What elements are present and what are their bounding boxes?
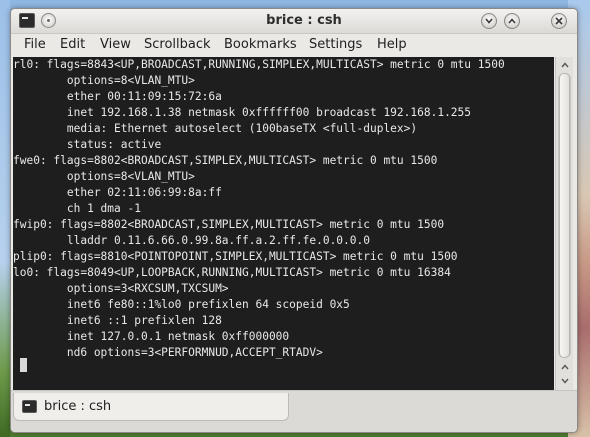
- terminal-output[interactable]: rl0: flags=8843<UP,BROADCAST,RUNNING,SIM…: [13, 57, 554, 390]
- menu-view[interactable]: View: [100, 37, 131, 52]
- menu-help[interactable]: Help: [377, 37, 407, 52]
- terminal-line: inet 127.0.0.1 netmask 0xff000000: [13, 330, 290, 343]
- terminal-line: fwe0: flags=8802<BROADCAST,SIMPLEX,MULTI…: [13, 154, 438, 167]
- terminal-app-icon[interactable]: [19, 13, 35, 28]
- terminal-line: plip0: flags=8810<POINTOPOINT,SIMPLEX,MU…: [13, 250, 458, 263]
- close-button[interactable]: [551, 13, 567, 29]
- terminal-line: options=8<VLAN_MTU>: [13, 74, 195, 87]
- terminal-line: lladdr 0.11.6.66.0.99.8a.ff.a.2.ff.fe.0.…: [13, 234, 370, 247]
- session-tab-bar: brice : csh: [11, 390, 577, 432]
- terminal-line: lo0: flags=8049<UP,LOOPBACK,RUNNING,MULT…: [13, 266, 451, 279]
- arrow-up-icon: [561, 62, 569, 68]
- terminal-line: status: active: [13, 138, 162, 151]
- terminal-line: options=3<RXCSUM,TXCSUM>: [13, 282, 229, 295]
- terminal-line: inet6 ::1 prefixlen 128: [13, 314, 222, 327]
- desktop-background-left: [0, 0, 10, 437]
- text-cursor: [20, 358, 27, 372]
- terminal-line: media: Ethernet autoselect (100baseTX <f…: [13, 122, 418, 135]
- menu-bookmarks[interactable]: Bookmarks: [224, 37, 297, 52]
- menu-edit[interactable]: Edit: [60, 37, 85, 52]
- menu-settings[interactable]: Settings: [309, 37, 362, 52]
- terminal-line: inet6 fe80::1%lo0 prefixlen 64 scopeid 0…: [13, 298, 350, 311]
- close-icon: [555, 17, 563, 25]
- terminal-line: ch 1 dma -1: [13, 202, 141, 215]
- terminal-line: inet 192.168.1.38 netmask 0xffffff00 bro…: [13, 106, 472, 119]
- konsole-window: brice : csh File Edit View Scrollback Bo…: [10, 8, 578, 433]
- terminal-line: options=8<VLAN_MTU>: [13, 170, 195, 183]
- scroll-up-button[interactable]: [557, 58, 573, 72]
- menu-file[interactable]: File: [24, 37, 46, 52]
- pin-on-all-desktops-button[interactable]: [41, 13, 56, 28]
- arrow-down-icon: [561, 378, 569, 384]
- terminal-line: ether 00:11:09:15:72:6a: [13, 90, 222, 103]
- terminal-line: nd6 options=3<PERFORMNUD,ACCEPT_RTADV>: [13, 346, 323, 359]
- session-tab-label: brice : csh: [44, 399, 112, 414]
- terminal-line: rl0: flags=8843<UP,BROADCAST,RUNNING,SIM…: [13, 58, 505, 71]
- maximize-button[interactable]: [504, 13, 520, 29]
- scroll-thumb[interactable]: [559, 73, 570, 358]
- chevron-up-icon: [508, 18, 516, 24]
- menu-scrollback[interactable]: Scrollback: [144, 37, 211, 52]
- terminal-icon: [22, 400, 37, 413]
- scroll-up-button-lower[interactable]: [557, 360, 573, 374]
- terminal-line: fwip0: flags=8802<BROADCAST,SIMPLEX,MULT…: [13, 218, 445, 231]
- scroll-down-button[interactable]: [557, 374, 573, 388]
- session-tab[interactable]: brice : csh: [13, 393, 289, 421]
- vertical-scrollbar[interactable]: [555, 57, 573, 390]
- arrow-up-icon: [561, 364, 569, 370]
- terminal-line: ether 02:11:06:99:8a:ff: [13, 186, 222, 199]
- chevron-down-icon: [485, 18, 493, 24]
- title-bar[interactable]: brice : csh: [11, 9, 577, 34]
- menu-bar: File Edit View Scrollback Bookmarks Sett…: [11, 34, 577, 56]
- minimize-button[interactable]: [481, 13, 497, 29]
